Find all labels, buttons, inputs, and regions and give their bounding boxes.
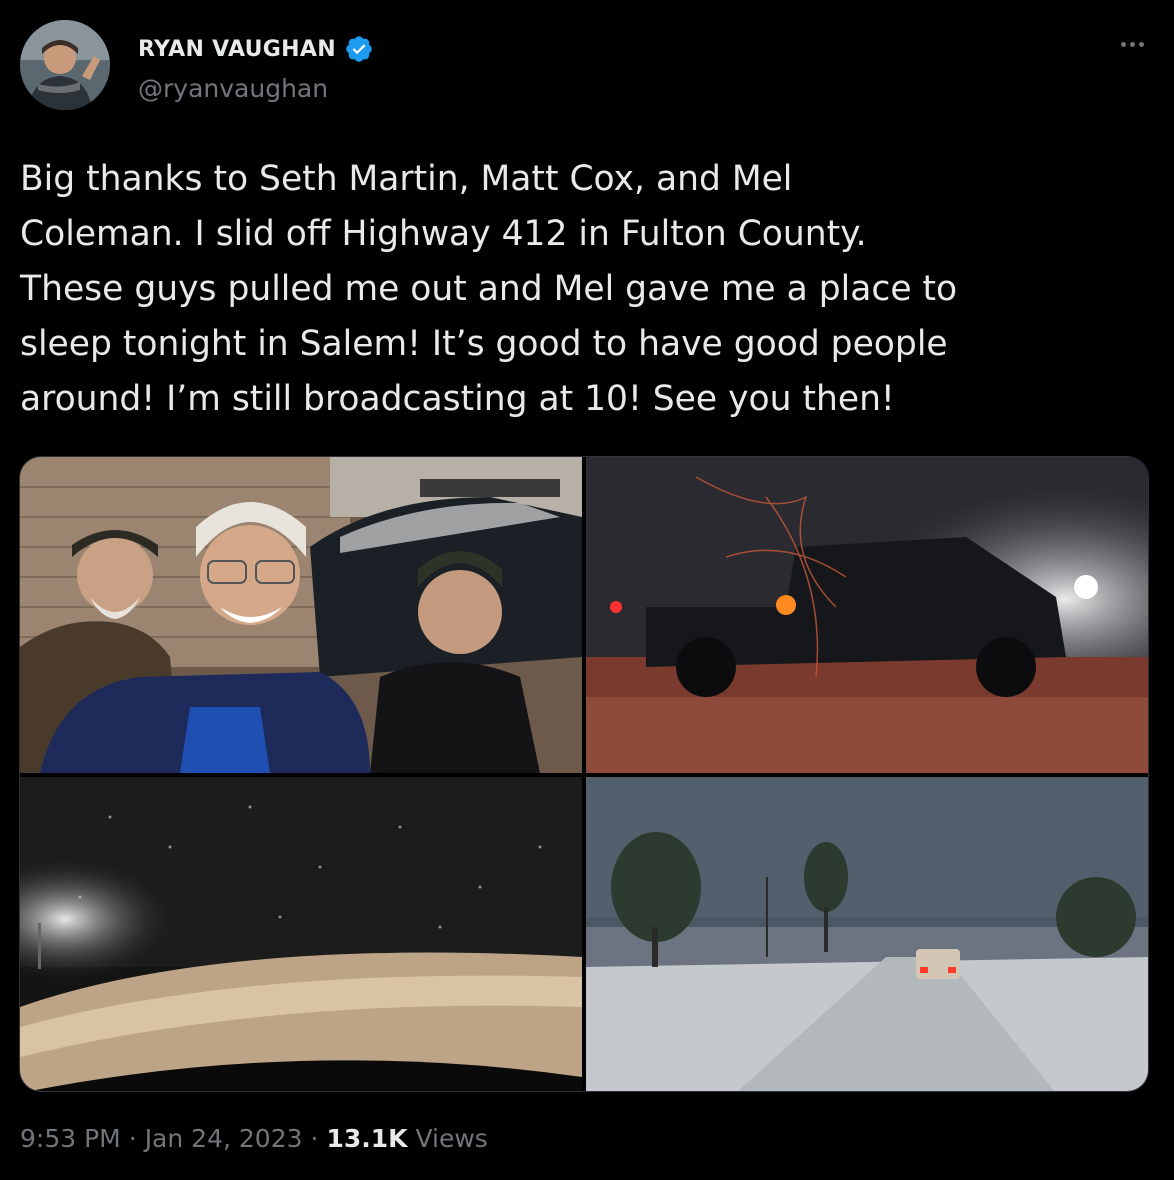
avatar[interactable] [20, 20, 110, 110]
tweet-text: Big thanks to Seth Martin, Matt Cox, and… [20, 152, 1150, 427]
dot [1120, 41, 1126, 47]
dot [1129, 41, 1135, 47]
tweet-text-line: Big thanks to Seth Martin, Matt Cox, and… [20, 159, 793, 199]
photo-snowy-highway-car[interactable] [586, 777, 1148, 1091]
photo-truck-night[interactable] [586, 457, 1148, 773]
photo-snowy-road-night[interactable] [20, 777, 582, 1091]
name-row: RYAN VAUGHAN [138, 34, 374, 64]
user-handle[interactable]: @ryanvaughan [138, 74, 328, 103]
views-count[interactable]: 13.1K [326, 1124, 407, 1153]
photo-selfie-three-men[interactable] [20, 457, 582, 773]
dot [1138, 41, 1144, 47]
tweet-meta: 9:53 PM · Jan 24, 2023 · 13.1K Views [20, 1124, 488, 1153]
tweet-text-line: Coleman. I slid off Highway 412 in Fulto… [20, 214, 867, 254]
meta-separator: · [128, 1124, 137, 1153]
display-name[interactable]: RYAN VAUGHAN [138, 37, 336, 62]
more-options-icon[interactable] [1114, 32, 1150, 56]
verified-badge-icon[interactable] [344, 34, 374, 64]
views-label: Views [415, 1124, 488, 1153]
tweet-header: RYAN VAUGHAN @ryanvaughan [20, 20, 1154, 110]
tweet-text-line: These guys pulled me out and Mel gave me… [20, 269, 958, 309]
tweet-text-line: around! I’m still broadcasting at 10! Se… [20, 379, 895, 419]
tweet-time[interactable]: 9:53 PM [20, 1124, 121, 1153]
meta-separator: · [310, 1124, 319, 1153]
tweet-text-line: sleep tonight in Salem! It’s good to hav… [20, 324, 948, 364]
media-grid [19, 456, 1149, 1092]
tweet-date[interactable]: Jan 24, 2023 [145, 1124, 303, 1153]
